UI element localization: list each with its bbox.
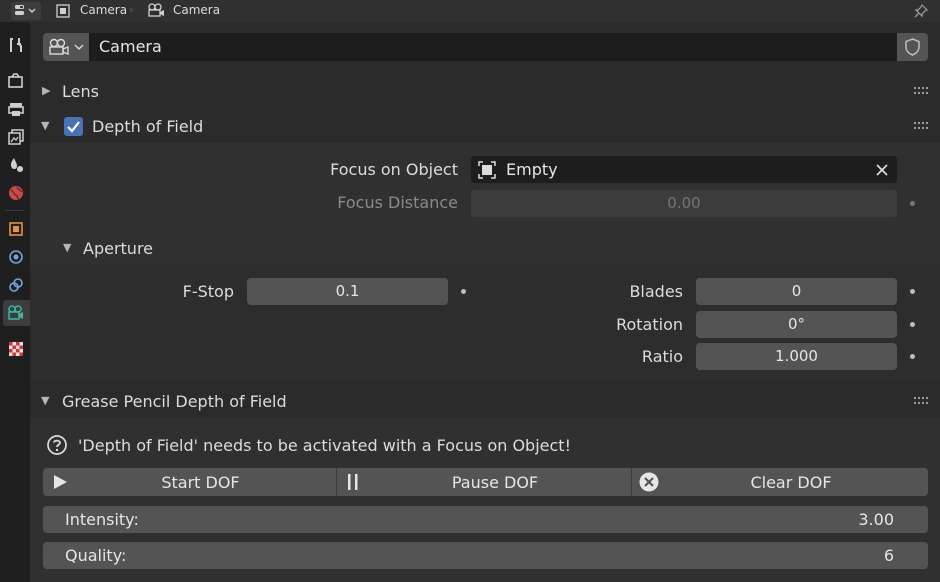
camera-name-value: Camera: [99, 37, 162, 56]
breadcrumb-data[interactable]: Camera: [173, 3, 220, 17]
pin-icon[interactable]: [913, 3, 929, 19]
blades-field[interactable]: 0: [696, 278, 897, 305]
collapsed-arrow-icon: ▶: [42, 84, 51, 97]
intensity-value: 3.00: [858, 510, 894, 529]
blades-label: Blades: [629, 282, 683, 301]
quality-value: 6: [883, 546, 894, 565]
expanded-arrow-icon: ▼: [41, 394, 50, 407]
play-icon: [54, 475, 67, 489]
camera-datablock-browse[interactable]: [43, 33, 89, 61]
texture-tab-icon[interactable]: [6, 339, 26, 359]
breadcrumb-separator: ›: [129, 3, 134, 16]
camera-data-icon: [49, 38, 69, 55]
lens-panel-header[interactable]: ▶ Lens: [30, 74, 940, 108]
tab-separator: [5, 210, 25, 211]
object-icon: [56, 4, 70, 18]
camera-data-tab-icon[interactable]: [6, 303, 26, 323]
expanded-arrow-icon: ▼: [63, 241, 72, 254]
rotation-field[interactable]: 0°: [696, 311, 897, 338]
question-icon: [47, 435, 67, 455]
gp-dof-panel-title: Grease Pencil Depth of Field: [62, 392, 287, 411]
constraints-tab-icon[interactable]: [6, 275, 26, 295]
focus-object-label: Focus on Object: [330, 160, 458, 179]
quality-slider[interactable]: Quality: 6: [43, 542, 928, 569]
aperture-subpanel-title: Aperture: [83, 239, 154, 258]
ratio-label: Ratio: [641, 347, 683, 366]
chevron-down-icon: [74, 44, 84, 50]
focus-object-value: Empty: [506, 160, 558, 179]
properties-editor-icon: [15, 5, 36, 15]
world-tab-icon[interactable]: [6, 183, 26, 203]
fstop-field[interactable]: 0.1: [247, 278, 448, 305]
fstop-label: F-Stop: [182, 282, 234, 301]
drag-handle-icon[interactable]: [914, 87, 928, 95]
quality-label: Quality:: [65, 546, 127, 565]
camera-name-field[interactable]: Camera: [89, 33, 897, 61]
keyframe-dot-icon[interactable]: [910, 322, 915, 327]
close-icon[interactable]: [875, 163, 889, 177]
gp-dof-panel-header[interactable]: ▼ Grease Pencil Depth of Field: [30, 384, 940, 418]
editor-type-button[interactable]: [11, 2, 41, 20]
drag-handle-icon[interactable]: [914, 122, 928, 130]
keyframe-dot-icon[interactable]: [910, 289, 915, 294]
pause-dof-button[interactable]: Pause DOF: [337, 468, 631, 496]
output-tab-icon[interactable]: [6, 99, 26, 119]
gp-dof-message: 'Depth of Field' needs to be activated w…: [78, 436, 571, 455]
start-dof-label: Start DOF: [161, 472, 240, 492]
shield-icon: [905, 38, 920, 56]
breadcrumb-object[interactable]: Camera: [80, 3, 127, 17]
expanded-arrow-icon: ▼: [41, 119, 50, 132]
properties-header: Camera › Camera: [0, 0, 940, 22]
clear-dof-label: Clear DOF: [750, 472, 832, 492]
aperture-subpanel-header[interactable]: ▼ Aperture: [30, 231, 940, 265]
view-layer-tab-icon[interactable]: [6, 127, 26, 147]
keyframe-dot-icon[interactable]: [910, 201, 915, 206]
fake-user-button[interactable]: [897, 33, 928, 61]
dof-panel-header[interactable]: ▼ Depth of Field: [30, 109, 940, 143]
dof-panel-title: Depth of Field: [92, 117, 204, 136]
drag-handle-icon[interactable]: [914, 397, 928, 405]
focus-object-field[interactable]: Empty: [471, 156, 897, 183]
empty-object-icon: [478, 161, 496, 179]
ratio-field[interactable]: 1.000: [696, 343, 897, 370]
scene-tab-icon[interactable]: [6, 155, 26, 175]
tool-tab-icon[interactable]: [6, 35, 26, 55]
render-tab-icon[interactable]: [6, 71, 26, 91]
cancel-circle-icon: [639, 472, 659, 492]
checkmark-icon: [67, 121, 80, 133]
focus-distance-label: Focus Distance: [337, 193, 458, 212]
keyframe-dot-icon[interactable]: [910, 354, 915, 359]
keyframe-dot-icon[interactable]: [461, 289, 466, 294]
dof-enable-checkbox[interactable]: [64, 117, 83, 136]
lens-panel-title: Lens: [62, 82, 99, 101]
rotation-label: Rotation: [616, 315, 683, 334]
focus-distance-field[interactable]: 0.00: [471, 190, 897, 217]
camera-data-icon: [148, 3, 164, 17]
pause-dof-label: Pause DOF: [451, 472, 539, 492]
start-dof-button[interactable]: Start DOF: [43, 468, 336, 496]
object-tab-icon[interactable]: [6, 219, 26, 239]
intensity-slider[interactable]: Intensity: 3.00: [43, 506, 928, 533]
clear-dof-button[interactable]: Clear DOF: [632, 468, 928, 496]
pause-icon: [348, 474, 358, 490]
intensity-label: Intensity:: [65, 510, 139, 529]
physics-tab-icon[interactable]: [6, 247, 26, 267]
